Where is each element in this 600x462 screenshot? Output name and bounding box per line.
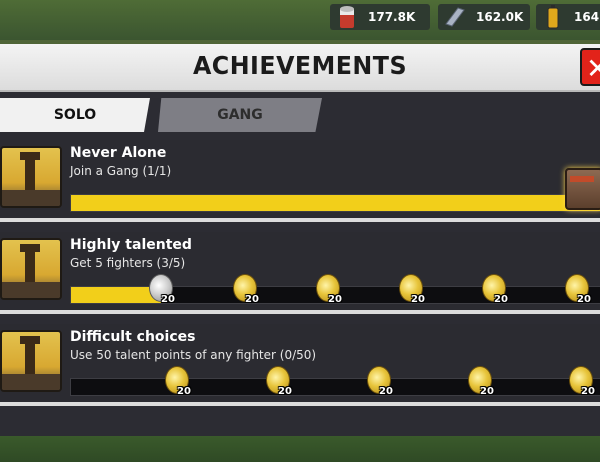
achievement-image — [0, 330, 62, 392]
achievements-panel: ACHIEVEMENTS ✕ SOLO 1 GANG Never Alone J… — [0, 44, 600, 436]
tower-icon — [20, 336, 40, 376]
tower-icon — [20, 152, 40, 192]
tab-bar: SOLO 1 GANG — [0, 94, 600, 160]
steel-bar-icon — [444, 4, 466, 30]
battery-icon — [542, 4, 564, 30]
reward-amount: 20 — [328, 294, 342, 305]
paint-can-icon — [336, 4, 358, 30]
bottom-strip — [0, 436, 600, 462]
reward-chest-icon[interactable] — [565, 168, 600, 210]
achievement-title: Never Alone — [70, 145, 167, 161]
achievement-image — [0, 146, 62, 208]
achievement-card: Highly talented Get 5 fighters (3/5) 20 … — [0, 232, 600, 314]
reward-amount: 20 — [177, 386, 191, 397]
tab-gang[interactable]: GANG — [158, 98, 322, 132]
achievement-title: Difficult choices — [70, 329, 196, 345]
achievement-title: Highly talented — [70, 237, 192, 253]
resource-value: 162.0K — [476, 10, 524, 24]
achievement-card: Never Alone Join a Gang (1/1) — [0, 140, 600, 222]
achievement-description: Use 50 talent points of any fighter (0/5… — [70, 348, 317, 362]
resource-value: 164 — [574, 10, 600, 24]
tower-icon — [20, 244, 40, 284]
resource-bar: 177.8K 162.0K 164 — [0, 0, 600, 40]
resource-value: 177.8K — [368, 10, 416, 24]
progress-fill — [71, 195, 600, 211]
reward-amount: 20 — [379, 386, 393, 397]
achievement-card: Difficult choices Use 50 talent points o… — [0, 324, 600, 406]
resource-steel: 162.0K — [438, 4, 530, 30]
resource-paint: 177.8K — [330, 4, 430, 30]
progress-bar — [70, 194, 600, 212]
reward-amount: 20 — [494, 294, 508, 305]
reward-amount: 20 — [577, 294, 591, 305]
reward-amount: 20 — [278, 386, 292, 397]
reward-amount: 20 — [161, 294, 175, 305]
reward-amount: 20 — [245, 294, 259, 305]
panel-header: ACHIEVEMENTS ✕ — [0, 44, 600, 92]
achievement-description: Join a Gang (1/1) — [70, 164, 172, 178]
achievement-description: Get 5 fighters (3/5) — [70, 256, 186, 270]
progress-fill — [71, 287, 162, 303]
tab-solo[interactable]: SOLO — [0, 98, 150, 132]
reward-amount: 20 — [581, 386, 595, 397]
resource-battery: 164 — [536, 4, 600, 30]
close-button[interactable]: ✕ — [580, 48, 600, 86]
page-title: ACHIEVEMENTS — [192, 51, 408, 80]
reward-amount: 20 — [480, 386, 494, 397]
reward-amount: 20 — [411, 294, 425, 305]
progress-bar — [70, 378, 600, 396]
achievement-image — [0, 238, 62, 300]
